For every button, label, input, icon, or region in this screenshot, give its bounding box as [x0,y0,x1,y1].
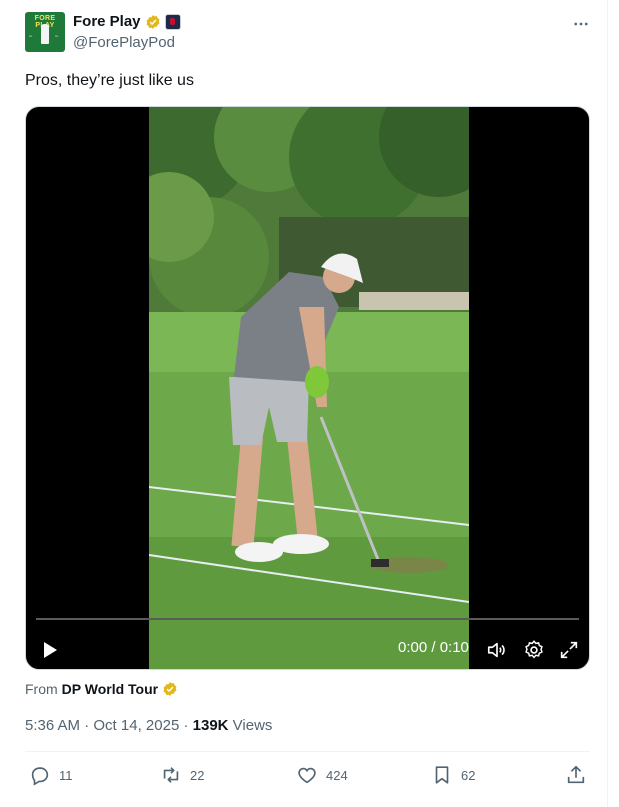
attribution-prefix: From [25,681,58,697]
like-count: 424 [326,767,348,783]
meta-separator: · [183,717,193,734]
video-time: 0:00 / 0:10 [398,639,469,656]
account-handle[interactable]: @ForePlayPod [73,34,175,51]
attribution-source-link[interactable]: DP World Tour [62,681,158,697]
divider [25,751,590,752]
settings-icon[interactable] [523,639,545,661]
video-player[interactable]: 0:00 / 0:10 [25,106,590,670]
fullscreen-icon[interactable] [558,639,580,661]
repost-button[interactable]: 22 [160,764,204,786]
more-icon[interactable] [571,14,591,34]
volume-icon[interactable] [486,639,508,661]
tweet-card: FORE PLAY ▪▪▪ ▪▪▪ Fore Play @ForePlayPod… [0,0,608,807]
reply-icon [31,767,49,786]
bookmark-icon [435,766,449,784]
video-frame[interactable] [149,107,469,669]
account-name-row[interactable]: Fore Play [73,13,181,30]
tweet-text: Pros, they’re just like us [25,72,194,89]
views-label: Views [232,717,273,734]
bookmark-button[interactable]: 62 [431,764,475,786]
video-progress-bar[interactable] [36,618,579,620]
affiliate-badge-icon[interactable] [164,13,181,30]
repost-icon [163,767,179,783]
like-icon [298,767,316,784]
avatar-decoration-right: ▪▪▪ [55,34,59,38]
golfer-silhouette-icon [41,24,49,44]
share-icon [567,765,585,784]
repost-count: 22 [190,767,205,783]
bookmark-count: 62 [461,767,476,783]
reply-button[interactable]: 11 [29,764,73,786]
verified-badge-icon [163,682,177,696]
views-count: 139K [192,717,229,734]
verified-badge-icon [146,14,160,29]
reply-count: 11 [59,767,73,783]
tweet-time[interactable]: 5:36 AM [25,717,80,734]
like-button[interactable]: 424 [296,764,348,786]
golfer-video-still [149,107,469,669]
avatar-decoration-left: ▪▪▪ [29,34,33,38]
avatar[interactable]: FORE PLAY ▪▪▪ ▪▪▪ [25,12,65,52]
tweet-meta: 5:36 AM · Oct 14, 2025 · 139K Views [25,717,272,734]
share-button[interactable] [565,764,587,786]
tweet-date[interactable]: Oct 14, 2025 [93,717,179,734]
account-name[interactable]: Fore Play [73,13,141,30]
attribution: From DP World Tour [25,681,178,697]
play-icon[interactable] [40,640,60,660]
meta-separator: · [84,717,94,734]
